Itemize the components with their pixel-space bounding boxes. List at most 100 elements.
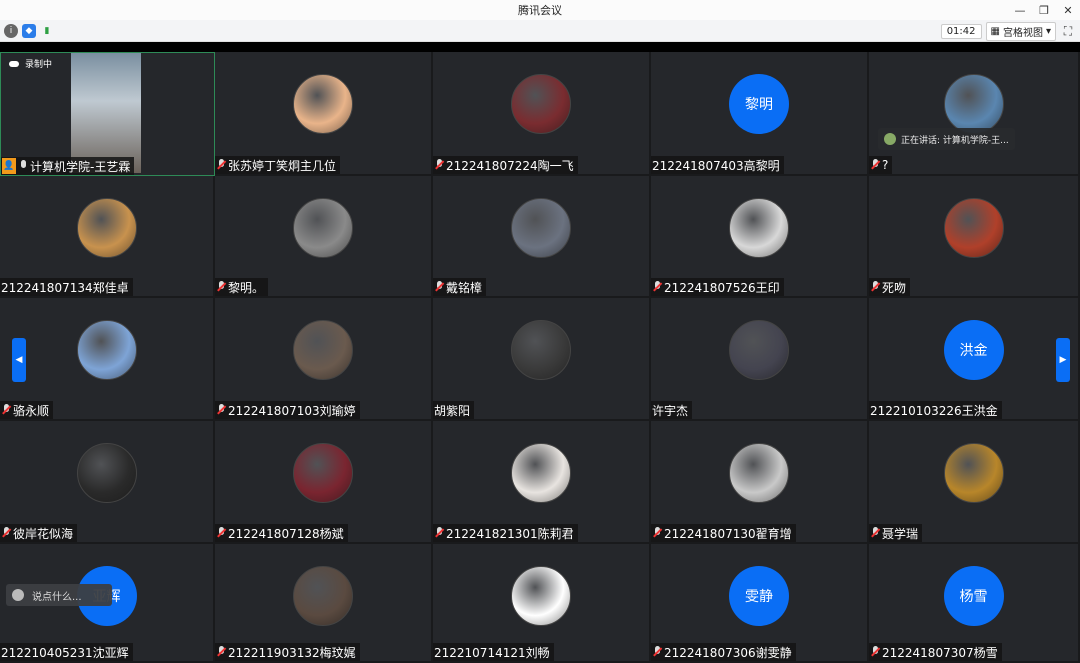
participant-name-tag: 212241807307杨雪 bbox=[869, 643, 1002, 661]
participant-name-tag: 212241807103刘瑜婷 bbox=[215, 401, 360, 419]
participant-tile[interactable]: 雯静 212241807306谢雯静 bbox=[651, 544, 869, 663]
participant-name-tag: 212211903132梅玟娓 bbox=[215, 643, 360, 661]
prev-page-button[interactable]: ◀ bbox=[12, 338, 26, 382]
participant-name: 聂学瑞 bbox=[882, 526, 919, 541]
participant-tile[interactable]: 胡紫阳 bbox=[433, 298, 651, 421]
participant-name: 212241807306谢雯静 bbox=[664, 645, 792, 660]
participant-avatar bbox=[293, 443, 353, 503]
participant-tile[interactable]: ? bbox=[869, 52, 1080, 176]
meeting-toolbar: i ◆ ▮ 01:42 ▦ 宫格视图 ▾ ⛶ bbox=[0, 20, 1080, 42]
participant-name: 胡紫阳 bbox=[434, 403, 471, 418]
participant-avatar bbox=[729, 198, 789, 258]
view-mode-label: 宫格视图 bbox=[1002, 27, 1043, 39]
mic-muted-icon bbox=[870, 281, 880, 293]
participant-name: 戴铭樟 bbox=[446, 280, 483, 295]
mic-muted-icon bbox=[652, 527, 662, 539]
participant-name: 212241807526王印 bbox=[664, 280, 780, 295]
participant-tile[interactable]: 黎明。 bbox=[215, 176, 433, 298]
mic-muted-icon bbox=[216, 159, 226, 171]
signal-icon[interactable]: ▮ bbox=[40, 24, 54, 38]
participant-avatar bbox=[943, 198, 1004, 258]
mic-muted-icon bbox=[870, 159, 880, 171]
restore-icon[interactable]: ❐ bbox=[1032, 0, 1056, 20]
participant-avatar bbox=[511, 320, 571, 380]
participant-tile[interactable]: 212241807128杨斌 bbox=[215, 421, 433, 544]
participant-avatar: 杨雪 bbox=[943, 566, 1004, 626]
participant-name-tag: 212241807403高黎明 bbox=[651, 156, 784, 174]
participant-tile[interactable]: 212241807224陶一飞 bbox=[433, 52, 651, 176]
participant-tile[interactable]: 杨雪 212241807307杨雪 bbox=[869, 544, 1080, 663]
participant-name: 张苏婷丁笑炯主几位 bbox=[228, 158, 337, 173]
next-page-button[interactable]: ▶ bbox=[1056, 338, 1070, 382]
participant-tile[interactable]: 212241807134郑佳卓 bbox=[0, 176, 215, 298]
participant-tile[interactable]: 死吻 bbox=[869, 176, 1080, 298]
self-video bbox=[71, 53, 141, 173]
view-mode-button[interactable]: ▦ 宫格视图 ▾ bbox=[985, 21, 1056, 41]
recording-label: 录制中 bbox=[25, 60, 53, 70]
participant-name: 黎明。 bbox=[228, 280, 265, 295]
participant-tile[interactable]: 戴铭樟 bbox=[433, 176, 651, 298]
emoji-icon[interactable] bbox=[12, 589, 24, 601]
fullscreen-icon[interactable]: ⛶ bbox=[1060, 23, 1076, 39]
mic-icon bbox=[18, 160, 28, 172]
participant-tile[interactable]: 洪金 212210103226王洪金 bbox=[869, 298, 1080, 421]
participant-tile[interactable]: 212210714121刘畅 bbox=[433, 544, 651, 663]
participant-tile[interactable]: 许宇杰 bbox=[651, 298, 869, 421]
participant-name-tag: 212241807128杨斌 bbox=[215, 524, 348, 542]
participant-avatar bbox=[943, 443, 1004, 503]
grid-icon: ▦ bbox=[990, 25, 1000, 37]
participant-avatar bbox=[76, 443, 137, 503]
chat-input[interactable]: 说点什么... bbox=[6, 584, 112, 606]
participant-tile[interactable]: 录制中 👤 计算机学院-王艺霖 bbox=[0, 52, 215, 176]
avatar-initials: 雯静 bbox=[745, 589, 773, 605]
mic-muted-icon bbox=[652, 281, 662, 293]
participant-name-tag: 212210405231沈亚辉 bbox=[0, 643, 133, 661]
participant-name: 计算机学院-王艺霖 bbox=[30, 159, 131, 174]
participant-name-tag: 212241821301陈莉君 bbox=[433, 524, 578, 542]
participant-tile[interactable]: 212211903132梅玟娓 bbox=[215, 544, 433, 663]
participant-name: 212241807403高黎明 bbox=[652, 158, 780, 173]
participant-avatar bbox=[511, 198, 571, 258]
close-icon[interactable]: ✕ bbox=[1056, 0, 1080, 20]
participant-name: 212241807103刘瑜婷 bbox=[228, 403, 356, 418]
mic-muted-icon bbox=[870, 646, 880, 658]
participant-name-tag: 戴铭樟 bbox=[433, 278, 487, 296]
participant-name-tag: 黎明。 bbox=[215, 278, 269, 296]
participant-name-tag: 212241807306谢雯静 bbox=[651, 643, 796, 661]
participant-name-tag: 212241807130翟育增 bbox=[651, 524, 796, 542]
title-bar: 腾讯会议 — ❐ ✕ bbox=[0, 0, 1080, 20]
mic-muted-icon bbox=[652, 646, 662, 658]
chat-placeholder: 说点什么... bbox=[32, 591, 82, 603]
chevron-down-icon: ▾ bbox=[1045, 25, 1051, 37]
mic-muted-icon bbox=[216, 527, 226, 539]
participant-tile[interactable]: 骆永顺 bbox=[0, 298, 215, 421]
participant-name: 212210405231沈亚辉 bbox=[1, 645, 129, 660]
participant-tile[interactable]: 212241821301陈莉君 bbox=[433, 421, 651, 544]
participant-avatar bbox=[76, 320, 137, 380]
participant-tile[interactable]: 212241807103刘瑜婷 bbox=[215, 298, 433, 421]
participant-tile[interactable]: 黎明 212241807403高黎明 bbox=[651, 52, 869, 176]
participant-tile[interactable]: 212241807526王印 bbox=[651, 176, 869, 298]
speaker-avatar bbox=[884, 133, 896, 145]
participant-tile[interactable]: 彼岸花似海 bbox=[0, 421, 215, 544]
speaking-indicator: 正在讲话: 计算机学院-王... bbox=[878, 128, 1015, 150]
participant-tile[interactable]: 聂学瑞 bbox=[869, 421, 1080, 544]
participant-name-tag: 212241807526王印 bbox=[651, 278, 784, 296]
participant-name-tag: 212241807224陶一飞 bbox=[433, 156, 578, 174]
meeting-timer: 01:42 bbox=[940, 23, 982, 39]
participant-tile[interactable]: 张苏婷丁笑炯主几位 bbox=[215, 52, 433, 176]
mic-muted-icon bbox=[434, 527, 444, 539]
participant-name: 死吻 bbox=[882, 280, 907, 295]
participant-name: 212241821301陈莉君 bbox=[446, 526, 574, 541]
participant-name: 许宇杰 bbox=[652, 403, 689, 418]
avatar-initials: 杨雪 bbox=[959, 589, 988, 605]
shield-icon[interactable]: ◆ bbox=[22, 23, 36, 38]
minimize-icon[interactable]: — bbox=[1008, 0, 1032, 20]
participant-name: 212210714121刘畅 bbox=[434, 645, 550, 660]
mic-muted-icon bbox=[434, 159, 444, 171]
participant-avatar bbox=[943, 74, 1004, 134]
mic-muted-icon bbox=[216, 281, 226, 293]
participant-avatar bbox=[293, 74, 353, 134]
participant-tile[interactable]: 212241807130翟育增 bbox=[651, 421, 869, 544]
info-icon[interactable]: i bbox=[4, 23, 18, 38]
